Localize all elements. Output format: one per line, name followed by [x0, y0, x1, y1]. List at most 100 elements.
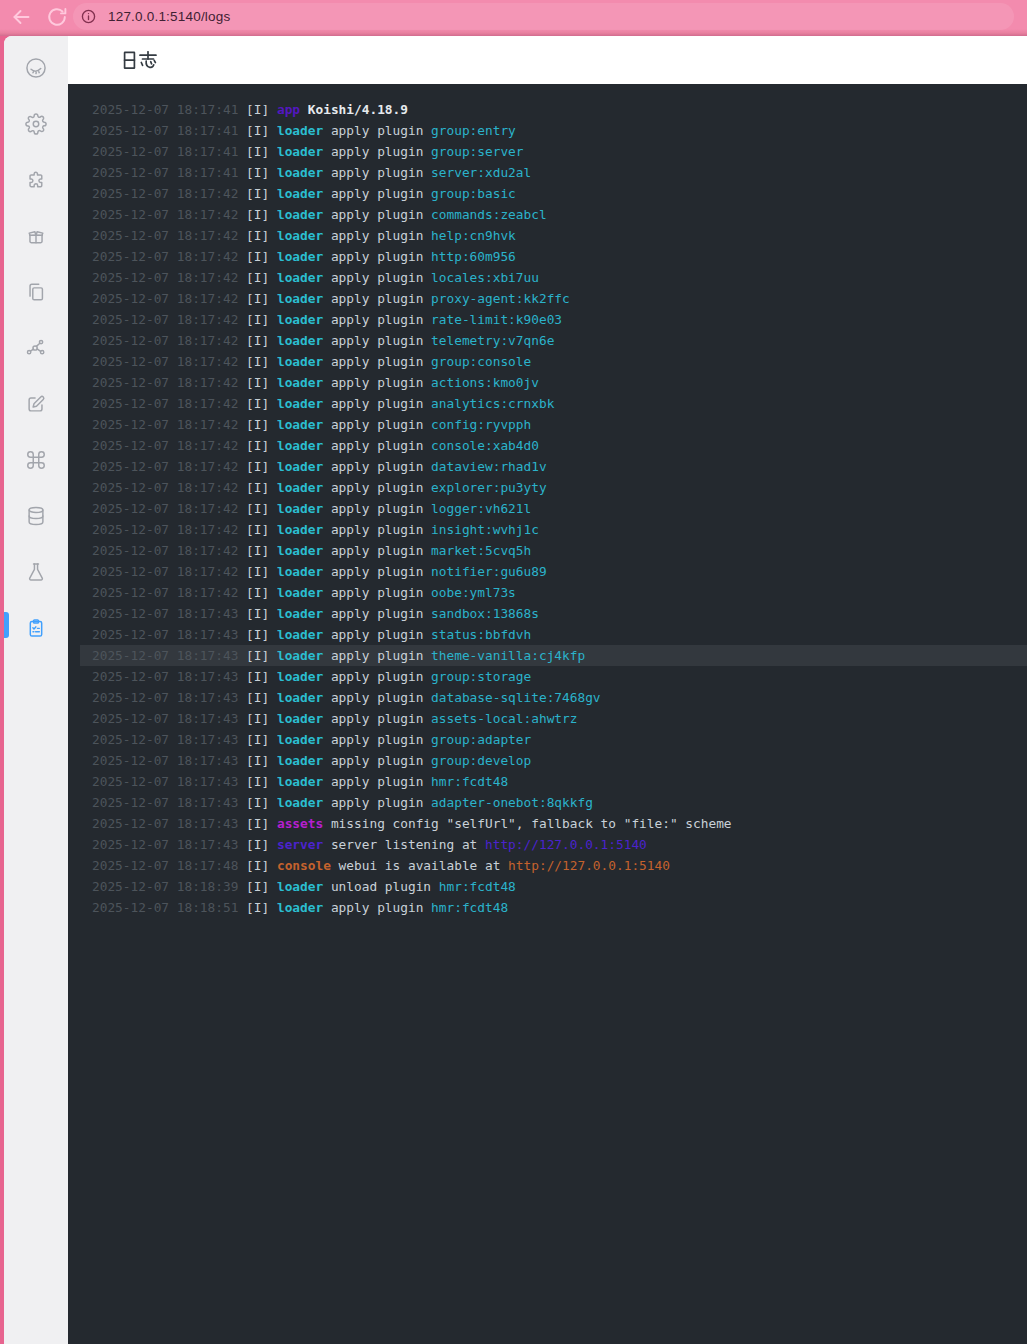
log-timestamp: 2025-12-07 18:17:42 — [92, 249, 238, 264]
sidebar-item-clipboard-check[interactable] — [4, 600, 68, 656]
log-message-part: telemetry:v7qn6e — [431, 333, 554, 348]
log-line: 2025-12-07 18:17:43 [I] loader apply plu… — [80, 603, 1027, 624]
log-logger-name: loader — [277, 165, 323, 180]
box-icon — [25, 225, 47, 247]
log-message-part: hmr:fcdt48 — [431, 774, 508, 789]
log-message-part: server:xdu2al — [431, 165, 531, 180]
puzzle-icon — [25, 169, 47, 191]
log-message-part: apply plugin — [331, 186, 431, 201]
log-timestamp: 2025-12-07 18:17:42 — [92, 417, 238, 432]
url-bar[interactable]: 127.0.0.1:5140/logs — [73, 3, 1014, 30]
log-message-part: missing config "selfUrl", fallback to "f… — [331, 816, 732, 831]
log-message-part: group:develop — [431, 753, 531, 768]
sidebar-item-share-nodes[interactable] — [4, 320, 68, 376]
log-level: [I] — [246, 291, 269, 306]
log-level: [I] — [246, 417, 269, 432]
log-message-part: apply plugin — [331, 501, 431, 516]
sidebar — [4, 36, 68, 1344]
log-level: [I] — [246, 606, 269, 621]
reload-button[interactable] — [45, 5, 69, 29]
log-level: [I] — [246, 522, 269, 537]
browser-toolbar: 127.0.0.1:5140/logs — [0, 0, 1027, 36]
flask-icon — [25, 561, 47, 583]
log-level: [I] — [246, 249, 269, 264]
log-logger-name: loader — [277, 606, 323, 621]
log-line: 2025-12-07 18:17:42 [I] loader apply plu… — [80, 561, 1027, 582]
sidebar-item-edit[interactable] — [4, 376, 68, 432]
log-logger-name: loader — [277, 522, 323, 537]
log-line: 2025-12-07 18:17:43 [I] loader apply plu… — [80, 750, 1027, 771]
back-button[interactable] — [9, 5, 33, 29]
log-timestamp: 2025-12-07 18:17:42 — [92, 270, 238, 285]
sidebar-item-gear[interactable] — [4, 96, 68, 152]
log-logger-name: loader — [277, 753, 323, 768]
log-logger-name: loader — [277, 207, 323, 222]
sidebar-item-puzzle[interactable] — [4, 152, 68, 208]
log-message-part: commands:zeabcl — [431, 207, 547, 222]
log-message-part: apply plugin — [331, 774, 431, 789]
log-message-part: http://127.0.0.1:5140 — [485, 837, 647, 852]
log-line: 2025-12-07 18:17:42 [I] loader apply plu… — [80, 309, 1027, 330]
log-message-part: group:console — [431, 354, 531, 369]
log-line: 2025-12-07 18:17:43 [I] loader apply plu… — [80, 729, 1027, 750]
log-timestamp: 2025-12-07 18:17:43 — [92, 606, 238, 621]
log-line: 2025-12-07 18:17:43 [I] loader apply plu… — [80, 792, 1027, 813]
log-message-part: http:60m956 — [431, 249, 516, 264]
log-logger-name: loader — [277, 228, 323, 243]
log-message-part: hmr:fcdt48 — [431, 900, 508, 915]
browser-page: 日志 2025-12-07 18:17:41 [I] app Koishi/4.… — [4, 36, 1027, 1344]
log-message-part: locales:xbi7uu — [431, 270, 539, 285]
log-line: 2025-12-07 18:17:42 [I] loader apply plu… — [80, 414, 1027, 435]
log-logger-name: loader — [277, 795, 323, 810]
log-message-part: group:server — [431, 144, 523, 159]
log-logger-name: loader — [277, 480, 323, 495]
log-logger-name: loader — [277, 438, 323, 453]
log-message-part: sandbox:13868s — [431, 606, 539, 621]
log-timestamp: 2025-12-07 18:17:42 — [92, 480, 238, 495]
log-timestamp: 2025-12-07 18:17:42 — [92, 585, 238, 600]
log-line: 2025-12-07 18:17:43 [I] loader apply plu… — [80, 708, 1027, 729]
log-line: 2025-12-07 18:17:42 [I] loader apply plu… — [80, 393, 1027, 414]
log-timestamp: 2025-12-07 18:17:42 — [92, 501, 238, 516]
log-message-part: group:storage — [431, 669, 531, 684]
log-line: 2025-12-07 18:17:42 [I] loader apply plu… — [80, 246, 1027, 267]
sidebar-item-box[interactable] — [4, 208, 68, 264]
sidebar-item-gauge[interactable] — [4, 40, 68, 96]
log-message-part: analytics:crnxbk — [431, 396, 554, 411]
sidebar-item-command[interactable] — [4, 432, 68, 488]
database-icon — [25, 505, 47, 527]
log-message-part: proxy-agent:kk2ffc — [431, 291, 570, 306]
log-line: 2025-12-07 18:17:43 [I] loader apply plu… — [80, 666, 1027, 687]
sidebar-item-files[interactable] — [4, 264, 68, 320]
log-level: [I] — [246, 144, 269, 159]
log-logger-name: loader — [277, 732, 323, 747]
log-line: 2025-12-07 18:17:42 [I] loader apply plu… — [80, 225, 1027, 246]
log-message-part: explorer:pu3yty — [431, 480, 547, 495]
log-level: [I] — [246, 627, 269, 642]
log-line: 2025-12-07 18:17:42 [I] loader apply plu… — [80, 540, 1027, 561]
log-level: [I] — [246, 879, 269, 894]
log-timestamp: 2025-12-07 18:17:42 — [92, 543, 238, 558]
log-timestamp: 2025-12-07 18:17:41 — [92, 165, 238, 180]
log-message-part: dataview:rhad1v — [431, 459, 547, 474]
log-line: 2025-12-07 18:18:51 [I] loader apply plu… — [80, 897, 1027, 918]
log-logger-name: loader — [277, 543, 323, 558]
sidebar-item-flask[interactable] — [4, 544, 68, 600]
log-message-part: status:bbfdvh — [431, 627, 531, 642]
log-timestamp: 2025-12-07 18:17:42 — [92, 396, 238, 411]
log-message-part: apply plugin — [331, 753, 431, 768]
log-level: [I] — [246, 186, 269, 201]
log-timestamp: 2025-12-07 18:17:43 — [92, 795, 238, 810]
log-logger-name: app — [277, 102, 300, 117]
log-logger-name: loader — [277, 123, 323, 138]
log-line: 2025-12-07 18:17:43 [I] loader apply plu… — [80, 687, 1027, 708]
log-message-part: apply plugin — [331, 690, 431, 705]
log-message-part: apply plugin — [331, 438, 431, 453]
log-timestamp: 2025-12-07 18:17:43 — [92, 732, 238, 747]
log-console[interactable]: 2025-12-07 18:17:41 [I] app Koishi/4.18.… — [68, 84, 1027, 1344]
info-icon[interactable] — [80, 8, 97, 25]
log-level: [I] — [246, 690, 269, 705]
log-level: [I] — [246, 543, 269, 558]
log-line: 2025-12-07 18:17:42 [I] loader apply plu… — [80, 582, 1027, 603]
sidebar-item-database[interactable] — [4, 488, 68, 544]
